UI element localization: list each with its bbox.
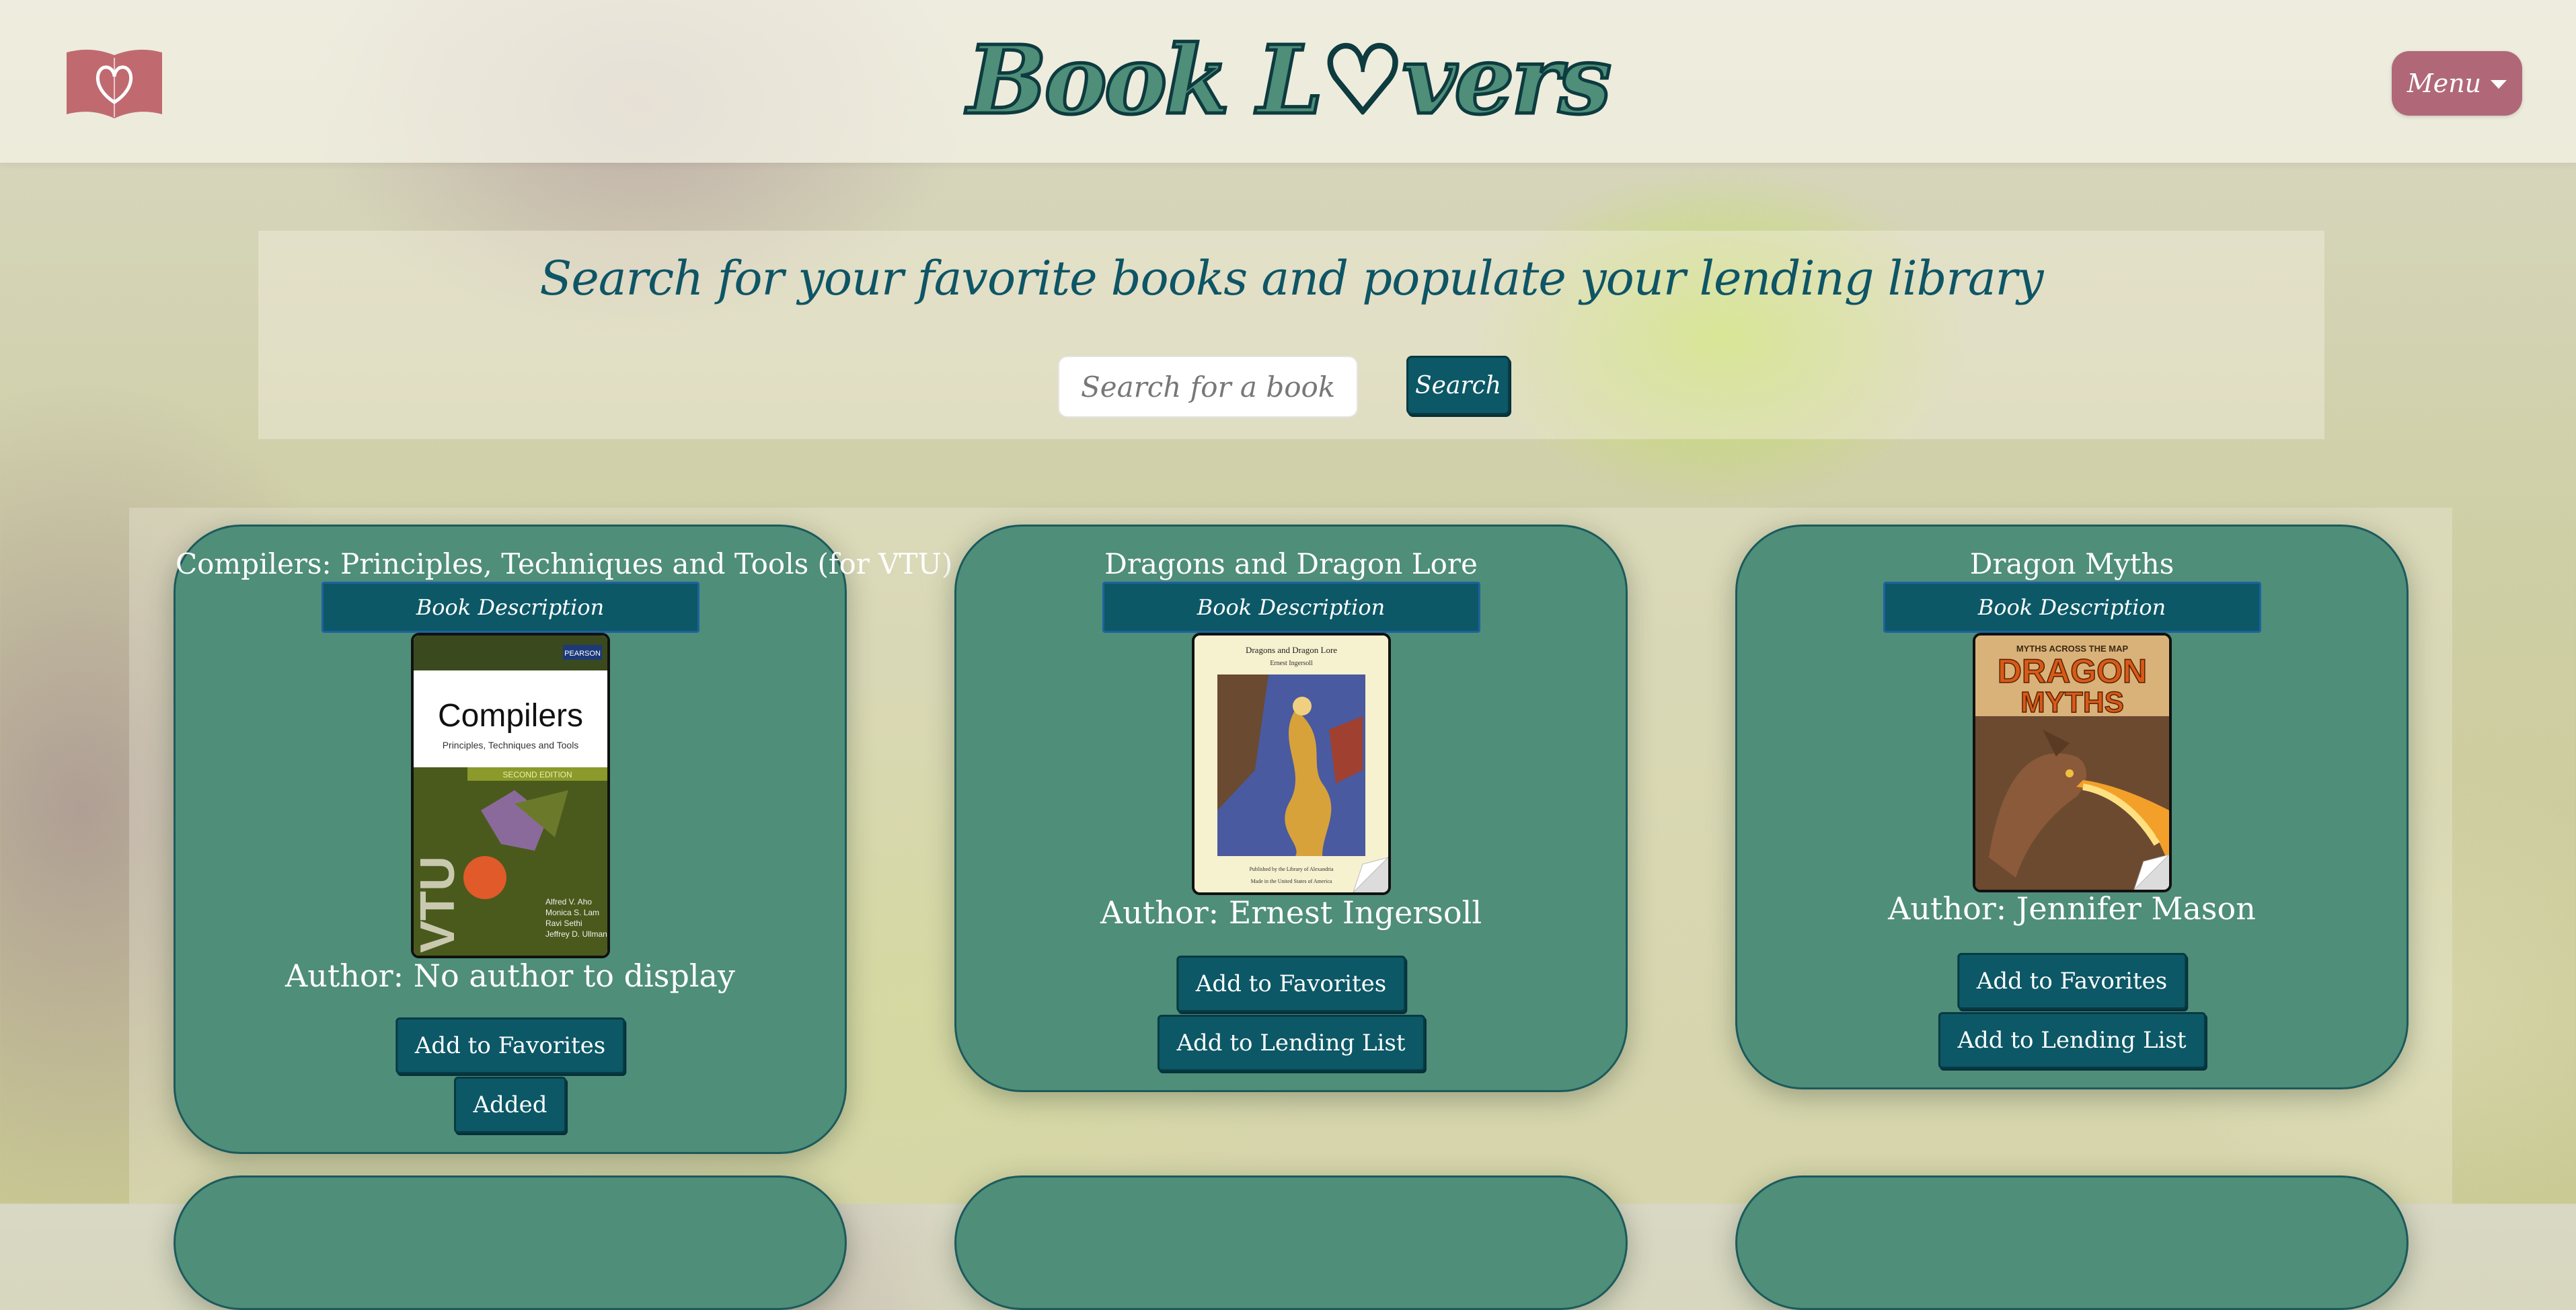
cover-footer-made-in: Made in the United States of America bbox=[1250, 878, 1332, 884]
add-to-favorites-button[interactable]: Add to Favorites bbox=[1957, 953, 2187, 1009]
book-title: Dragon Myths bbox=[1969, 547, 2174, 580]
cover-edition: SECOND EDITION bbox=[502, 770, 572, 779]
site-brand-title[interactable]: Book L♡vers bbox=[0, 24, 2576, 138]
book-author: Author: No author to display bbox=[285, 958, 735, 994]
cover-spine-text: VTU bbox=[414, 856, 465, 953]
book-description-button[interactable]: Book Description bbox=[1102, 582, 1480, 633]
lending-list-added-button[interactable]: Added bbox=[453, 1077, 567, 1133]
book-title: Dragons and Dragon Lore bbox=[1104, 547, 1478, 580]
book-cover-image[interactable]: PEARSON Compilers Principles, Techniques… bbox=[410, 633, 610, 958]
cover-publisher: PEARSON bbox=[564, 650, 601, 658]
book-card: Compilers: Principles, Techniques and To… bbox=[174, 525, 953, 1154]
cover-author-2: Monica S. Lam bbox=[545, 908, 599, 917]
search-heading: Search for your favorite books and popul… bbox=[539, 251, 2043, 306]
cover-subtitle: Principles, Techniques and Tools bbox=[442, 740, 578, 750]
book-author: Author: Jennifer Mason bbox=[1888, 890, 2256, 927]
book-card-partial bbox=[1735, 1176, 2409, 1310]
search-button[interactable]: Search bbox=[1406, 356, 1510, 415]
cover-author: Ernest Ingersoll bbox=[1270, 660, 1313, 667]
cover-title-line-2: MYTHS bbox=[2020, 686, 2124, 719]
book-author: Author: Ernest Ingersoll bbox=[1100, 894, 1482, 931]
cover-title: Dragons and Dragon Lore bbox=[1245, 645, 1336, 655]
cover-footer-publisher: Published by the Library of Alexandria bbox=[1249, 866, 1334, 872]
cover-title-line-1: DRAGON bbox=[1997, 652, 2146, 690]
add-to-favorites-button[interactable]: Add to Favorites bbox=[395, 1017, 626, 1074]
book-cover-image[interactable]: MYTHS ACROSS THE MAP DRAGON MYTHS bbox=[1972, 633, 2172, 892]
search-input[interactable] bbox=[1058, 356, 1358, 418]
book-cover-image[interactable]: Dragons and Dragon Lore Ernest Ingersoll… bbox=[1191, 633, 1391, 895]
menu-dropdown-button[interactable]: Menu bbox=[2392, 51, 2522, 116]
menu-label: Menu bbox=[2407, 69, 2482, 98]
book-title: Compilers: Principles, Techniques and To… bbox=[176, 547, 953, 580]
book-card-partial bbox=[174, 1176, 847, 1310]
add-to-favorites-button[interactable]: Add to Favorites bbox=[1176, 956, 1406, 1012]
cover-author-3: Ravi Sethi bbox=[545, 919, 582, 928]
caret-down-icon bbox=[2491, 79, 2507, 89]
book-description-button[interactable]: Book Description bbox=[1883, 582, 2261, 633]
cover-author-4: Jeffrey D. Ullman bbox=[545, 929, 607, 939]
cover-title: Compilers bbox=[437, 698, 582, 734]
site-header: Book L♡vers Menu bbox=[0, 0, 2576, 163]
add-to-lending-list-button[interactable]: Add to Lending List bbox=[1157, 1015, 1425, 1071]
book-card-partial bbox=[954, 1176, 1628, 1310]
book-card: Dragons and Dragon Lore Book Description… bbox=[954, 525, 1628, 1092]
book-description-button[interactable]: Book Description bbox=[321, 582, 699, 633]
search-panel: Search for your favorite books and popul… bbox=[258, 231, 2324, 439]
add-to-lending-list-button[interactable]: Add to Lending List bbox=[1938, 1012, 2206, 1069]
cover-author-1: Alfred V. Aho bbox=[545, 897, 592, 907]
book-card: Dragon Myths Book Description MYTHS ACRO… bbox=[1735, 525, 2409, 1089]
